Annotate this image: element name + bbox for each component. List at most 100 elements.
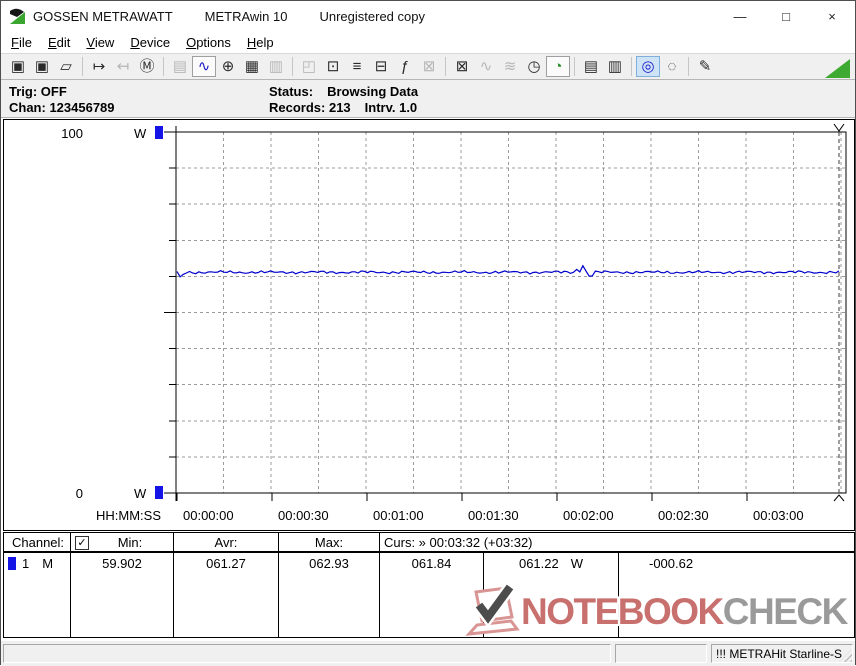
y-max-label: 100	[61, 126, 83, 141]
curve-chart-icon[interactable]: ∿	[192, 56, 216, 77]
menu-edit[interactable]: Edit	[40, 33, 78, 52]
col-header-cursor: Curs: » 00:03:32 (+03:32)	[380, 533, 854, 553]
channel-marker-bottom	[155, 486, 163, 499]
cursor-handle-bottom[interactable]	[834, 495, 844, 501]
open-file-icon[interactable]: ▱	[54, 56, 78, 77]
menu-view[interactable]: View	[78, 33, 122, 52]
status-value: Browsing Data	[327, 84, 418, 99]
channel-list: Chan: 123456789	[9, 100, 115, 116]
status-label: Status:	[269, 84, 313, 99]
trend-chart-panel: 00:00:0000:00:3000:01:0000:01:3000:02:00…	[3, 119, 855, 531]
window-controls: — □ ×	[717, 1, 855, 31]
device-config-icon: ⊠	[417, 56, 441, 77]
cursor-b-unit: W	[571, 556, 583, 571]
x-tick-label: 00:01:00	[373, 508, 424, 523]
device-connect-icon[interactable]: ⊠	[450, 56, 474, 77]
channel-visible-checkbox[interactable]: ✓	[75, 536, 89, 550]
records-count: Records: 213	[269, 100, 351, 115]
zoom-chart-icon[interactable]: ◎	[636, 56, 660, 77]
live-meter-icon[interactable]: ◔	[546, 56, 570, 77]
maximize-button[interactable]: □	[763, 1, 809, 31]
y-unit-top-label: W	[134, 126, 147, 141]
stored-data-icon: ▤	[168, 56, 192, 77]
print-icon[interactable]: ▥	[603, 56, 627, 77]
analog-signal-icon: ∿	[474, 56, 498, 77]
menu-file[interactable]: File	[3, 33, 40, 52]
titlebar: GOSSEN METRAWATT METRAwin 10 Unregistere…	[1, 1, 855, 31]
screen-record-icon[interactable]: ⊡	[321, 56, 345, 77]
trend-chart: 00:00:0000:00:3000:01:0000:01:3000:02:00…	[4, 120, 854, 530]
col-header-min-label: Min:	[118, 535, 143, 550]
toolbar-separator	[292, 57, 293, 76]
zoom-out-icon[interactable]: ◌	[660, 56, 684, 77]
menu-help[interactable]: Help	[239, 33, 282, 52]
menubar: FileEditViewDeviceOptionsHelp	[1, 31, 855, 53]
toolbar-separator	[163, 57, 164, 76]
cell-cursor-b-value: 061.22 W	[484, 553, 619, 637]
x-tick-label: 00:01:30	[468, 508, 519, 523]
histogram-icon: ▥	[264, 56, 288, 77]
channel-list-icon[interactable]: ≡	[345, 56, 369, 77]
save-as-icon[interactable]: ▣	[30, 56, 54, 77]
cursor-handle-top[interactable]	[834, 124, 844, 132]
titlebar-brand: GOSSEN METRAWATT	[33, 9, 173, 24]
titlebar-app-title: METRAwin 10	[205, 9, 288, 24]
statusbar: !!! METRAHit Starline-S	[1, 641, 855, 666]
x-tick-label: 00:03:00	[753, 508, 804, 523]
print-preview-icon[interactable]: ▤	[579, 56, 603, 77]
channel-mode: M	[42, 556, 53, 571]
col-header-max: Max:	[279, 533, 380, 553]
app-logo-icon	[9, 8, 26, 25]
formula-icon[interactable]: ƒ	[393, 56, 417, 77]
col-header-channel: Channel:	[4, 533, 71, 553]
channel-number: 1	[22, 556, 29, 571]
x-axis-unit-label: HH:MM:SS	[96, 508, 161, 523]
interval-value: Intrv. 1.0	[365, 100, 418, 115]
cell-min-value: 59.902	[71, 553, 174, 637]
save-icon[interactable]: ▣	[6, 56, 30, 77]
col-header-avr: Avr:	[174, 533, 279, 553]
memory-read-icon[interactable]: Ⓜ	[135, 56, 159, 77]
minimize-button[interactable]: —	[717, 1, 763, 31]
x-tick-label: 00:00:00	[183, 508, 234, 523]
close-button[interactable]: ×	[809, 1, 855, 31]
channel-marker-top	[155, 126, 163, 139]
y-min-label: 0	[76, 486, 83, 501]
toolbar-separator	[688, 57, 689, 76]
device-read-icon: ↤	[111, 56, 135, 77]
menu-options[interactable]: Options	[178, 33, 239, 52]
x-tick-label: 00:00:30	[278, 508, 329, 523]
x-tick-label: 00:02:30	[658, 508, 709, 523]
titlebar-license: Unregistered copy	[319, 9, 425, 24]
sample-signal-icon: ≋	[498, 56, 522, 77]
crosshair-icon[interactable]: ⊕	[216, 56, 240, 77]
channel-color-marker	[8, 557, 16, 570]
cell-max-value: 062.93	[279, 553, 380, 637]
cell-delta-value: -000.62	[619, 553, 854, 637]
toolbar-separator	[82, 57, 83, 76]
annotation-icon[interactable]: ✎	[693, 56, 717, 77]
acquisition-info-strip: Trig: OFF Chan: 123456789 Status: Browsin…	[1, 79, 855, 118]
statusbar-panel-mid	[615, 644, 707, 663]
y-unit-bottom-label: W	[134, 486, 147, 501]
device-message: !!! METRAHit Starline-S	[716, 647, 842, 661]
channel-table: Channel: ✓ Min: Avr: Max: Curs: » 00:03:…	[3, 532, 855, 638]
checkbox-check-icon: ✓	[77, 538, 86, 549]
statusbar-panel-device: !!! METRAHit Starline-S	[711, 644, 853, 663]
toolbar-separator	[574, 57, 575, 76]
metrawin-window: GOSSEN METRAWATT METRAwin 10 Unregistere…	[0, 0, 856, 665]
statusbar-panel-main	[3, 644, 611, 663]
dual-display-icon: ◰	[297, 56, 321, 77]
display-setup-icon[interactable]: ⊟	[369, 56, 393, 77]
table-row-channel-cell[interactable]: 1 M	[4, 553, 71, 637]
table-view-icon[interactable]: ▦	[240, 56, 264, 77]
metrawatt-corner-logo	[825, 59, 850, 78]
toolbar-separator	[445, 57, 446, 76]
trigger-status: Trig: OFF	[9, 84, 115, 100]
menu-device[interactable]: Device	[122, 33, 178, 52]
timer-read-icon[interactable]: ◷	[522, 56, 546, 77]
col-header-min: ✓ Min:	[71, 533, 174, 553]
toolbar: ▣▣▱↦↤Ⓜ▤∿⊕▦▥◰⊡≡⊟ƒ⊠⊠∿≋◷◔▤▥◎◌✎	[1, 53, 855, 79]
device-send-icon[interactable]: ↦	[87, 56, 111, 77]
cell-avr-value: 061.27	[174, 553, 279, 637]
